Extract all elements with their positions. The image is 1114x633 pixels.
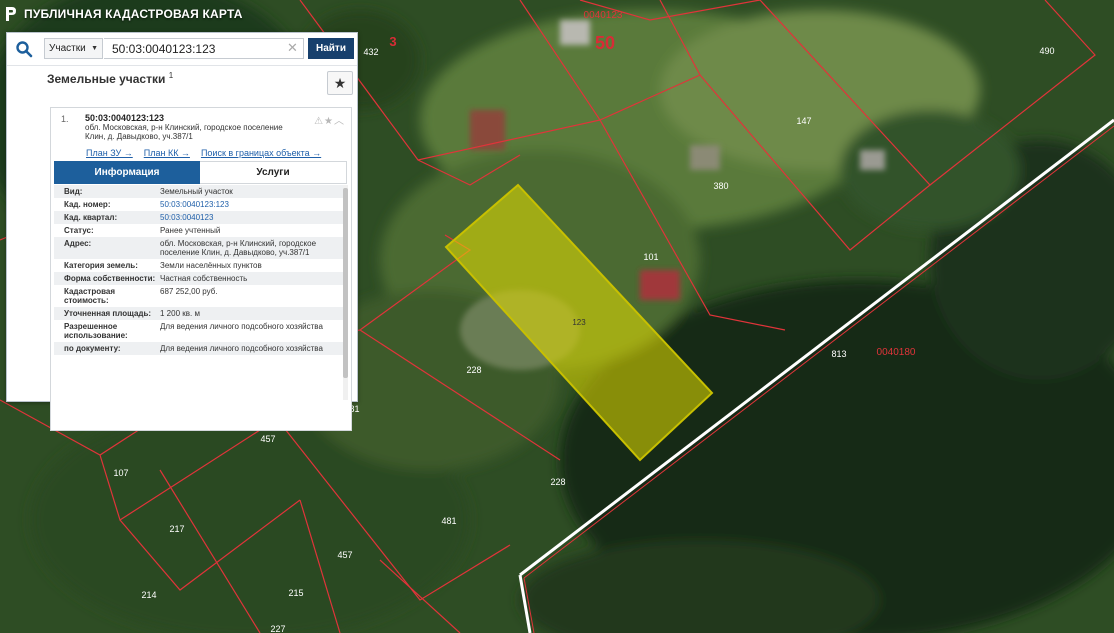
attr-row: Адрес: обл. Московская, р-н Клинский, го… xyxy=(54,237,343,259)
attr-key: Кад. номер: xyxy=(64,200,111,209)
attr-row: Форма собственности: Частная собственнос… xyxy=(54,272,343,285)
parcel-label: 432 xyxy=(363,47,378,57)
parcel-label: 490 xyxy=(1039,46,1054,56)
warning-icon[interactable]: ⚠ xyxy=(314,116,324,127)
attr-row: Кадастровая стоимость: 687 252,00 руб. xyxy=(54,285,343,307)
parcel-label: 215 xyxy=(288,588,303,598)
attr-value: Ранее учтенный xyxy=(160,226,221,235)
attr-value: Земельный участок xyxy=(160,187,233,196)
attr-key: Адрес: xyxy=(64,239,92,248)
search-bar: Участки ▼ ✕ Найти xyxy=(7,33,357,66)
section-title-text: Земельные участки xyxy=(47,72,166,86)
result-number[interactable]: 50:03:0040123:123 xyxy=(85,113,164,123)
parcel-label: 228 xyxy=(550,477,565,487)
app-header: ПУБЛИЧНАЯ КАДАСТРОВАЯ КАРТА xyxy=(4,4,243,24)
attr-row: по документу: Для ведения личного подсоб… xyxy=(54,342,343,355)
result-tools: ⚠★︿ xyxy=(314,112,345,127)
plan-kk-link[interactable]: План КК → xyxy=(144,148,190,158)
layer-select[interactable]: Участки ▼ xyxy=(44,38,103,59)
attr-row: Категория земель: Земли населённых пункт… xyxy=(54,259,343,272)
district-label: 3 xyxy=(389,34,396,49)
pkk-logo-icon[interactable] xyxy=(4,6,18,22)
attr-value: 687 252,00 руб. xyxy=(160,287,218,296)
parcel-label: 457 xyxy=(337,550,352,560)
attr-value: 1 200 кв. м xyxy=(160,309,200,318)
attr-row: Кад. квартал: 50:03:0040123 xyxy=(54,211,343,224)
parcel-label: 214 xyxy=(141,590,156,600)
attr-key: по документу: xyxy=(64,344,121,353)
attr-row: Вид: Земельный участок xyxy=(54,185,343,198)
attr-row: Разрешенное использование: Для ведения л… xyxy=(54,320,343,342)
attr-key: Вид: xyxy=(64,187,83,196)
result-card: 1. 50:03:0040123:123 обл. Московская, р-… xyxy=(50,107,352,431)
parcel-label: 380 xyxy=(713,181,728,191)
find-button[interactable]: Найти xyxy=(308,38,354,59)
chevron-down-icon: ▼ xyxy=(91,45,98,52)
star-icon: ★ xyxy=(333,74,347,91)
attr-value: Частная собственность xyxy=(160,274,248,283)
attr-value: Для ведения личного подсобного хозяйства xyxy=(160,322,323,331)
attr-key: Статус: xyxy=(64,226,94,235)
parcel-label: 227 xyxy=(270,624,285,633)
star-icon[interactable]: ★ xyxy=(324,116,334,127)
result-address: обл. Московская, р-н Клинский, городское… xyxy=(85,123,283,141)
attr-key: Кад. квартал: xyxy=(64,213,118,222)
result-count: 1 xyxy=(168,71,174,80)
section-title: Земельные участки 1 xyxy=(47,71,173,86)
attr-value: Для ведения личного подсобного хозяйства xyxy=(160,344,323,353)
parcel-label: 217 xyxy=(169,524,184,534)
parcel-label: 228 xyxy=(466,365,481,375)
tab-info[interactable]: Информация xyxy=(54,161,200,184)
parcel-label: 101 xyxy=(643,252,658,262)
search-input[interactable] xyxy=(104,38,304,59)
parcel-label: 107 xyxy=(113,468,128,478)
parcel-label: 813 xyxy=(831,349,846,359)
attr-row: Уточненная площадь: 1 200 кв. м xyxy=(54,307,343,320)
favorites-button[interactable]: ★ xyxy=(327,71,353,95)
app-title: ПУБЛИЧНАЯ КАДАСТРОВАЯ КАРТА xyxy=(24,7,243,21)
search-icon[interactable] xyxy=(15,40,33,58)
parcel-label: 123 xyxy=(572,318,586,327)
search-panel: Участки ▼ ✕ Найти Земельные участки 1 ★ … xyxy=(6,32,358,431)
result-tabs: Информация Услуги xyxy=(54,161,347,184)
attr-value-link[interactable]: 50:03:0040123:123 xyxy=(160,200,343,209)
region-label: 50 xyxy=(595,33,615,53)
quarter-label-0040180: 0040180 xyxy=(877,347,916,358)
parcel-label: 457 xyxy=(260,434,275,444)
search-in-bounds-link[interactable]: Поиск в границах объекта → xyxy=(201,148,321,158)
attr-key: Разрешенное использование: xyxy=(64,322,128,340)
result-index: 1. xyxy=(61,114,69,124)
attr-key: Кадастровая стоимость: xyxy=(64,287,116,305)
attr-key: Уточненная площадь: xyxy=(64,309,152,318)
layer-select-value: Участки xyxy=(49,43,86,54)
attributes-table: Вид: Земельный участок Кад. номер: 50:03… xyxy=(54,185,343,400)
result-links: План ЗУ → План КК → Поиск в границах объ… xyxy=(86,148,348,158)
attr-value: Земли населённых пунктов xyxy=(160,261,262,270)
attr-key: Форма собственности: xyxy=(64,274,156,283)
parcel-label: 147 xyxy=(796,116,811,126)
scroll-thumb[interactable] xyxy=(343,188,348,378)
scrollbar[interactable] xyxy=(343,185,348,400)
chevron-up-icon[interactable]: ︿ xyxy=(334,116,345,127)
parcel-label: 481 xyxy=(441,516,456,526)
plan-zu-link[interactable]: План ЗУ → xyxy=(86,148,133,158)
attr-row: Статус: Ранее учтенный xyxy=(54,224,343,237)
attr-value-link[interactable]: 50:03:0040123 xyxy=(160,213,343,222)
attr-row: Кад. номер: 50:03:0040123:123 xyxy=(54,198,343,211)
attr-value: обл. Московская, р-н Клинский, городское… xyxy=(160,239,317,257)
attr-key: Категория земель: xyxy=(64,261,138,270)
clear-icon[interactable]: ✕ xyxy=(287,40,298,56)
tab-services[interactable]: Услуги xyxy=(200,161,347,184)
quarter-label-0040123: 0040123 xyxy=(584,10,623,21)
